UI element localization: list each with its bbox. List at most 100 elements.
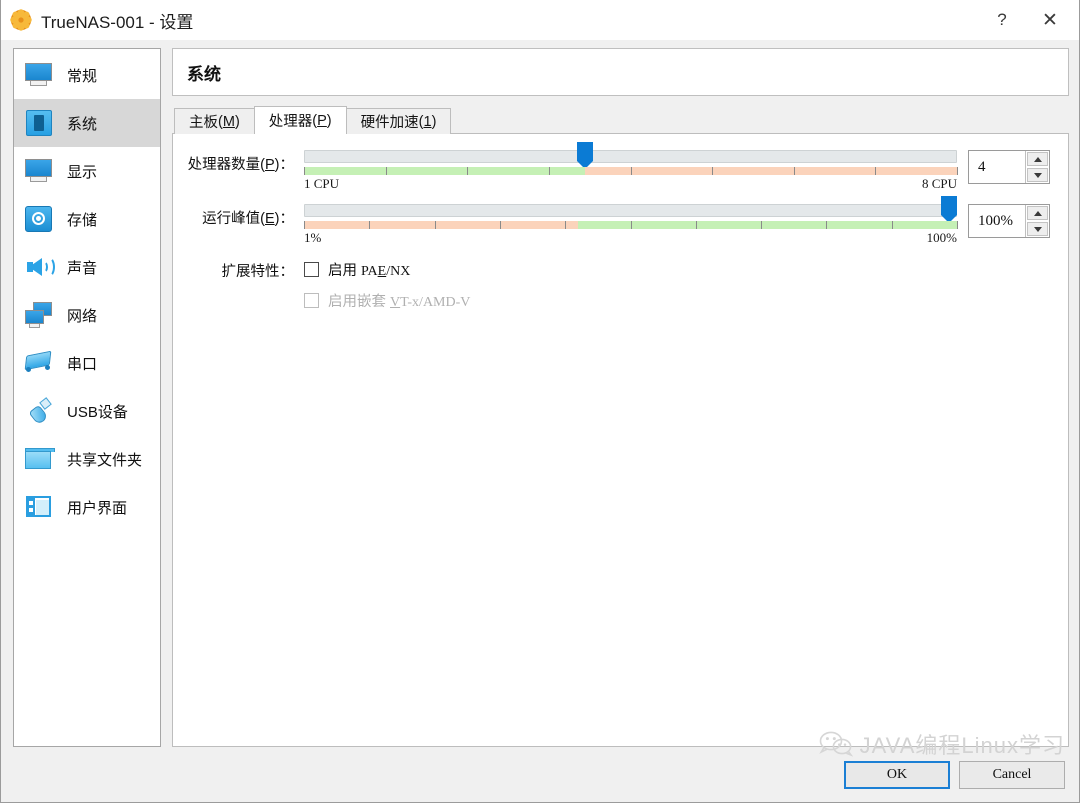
sidebar-item-3[interactable]: 存储 — [14, 195, 160, 243]
slider-tick — [434, 221, 436, 229]
slider-tick — [548, 167, 550, 175]
sidebar-item-8[interactable]: 共享文件夹 — [14, 435, 160, 483]
tab-accelerator: (P) — [312, 112, 332, 129]
harddisk-icon — [23, 204, 55, 234]
slider-tick — [826, 221, 828, 229]
sidebar-item-1[interactable]: 系统 — [14, 99, 160, 147]
execution-cap-spinbox[interactable]: 100% — [968, 204, 1050, 238]
execution-cap-increment-button[interactable] — [1027, 206, 1048, 220]
cancel-button[interactable]: Cancel — [959, 760, 1065, 789]
cpu-count-label: 处理器数量(P)： — [187, 157, 294, 173]
cpu-count-slider-handle[interactable] — [576, 142, 593, 169]
dialog-body: 常规 系统 显示 存储 声音 网络 串口 USB设备 共享文件夹 用户界面 系统 主板 (M) 处理器… — [1, 40, 1079, 802]
execution-cap-min-label: 1% — [304, 230, 322, 245]
slider-tick — [385, 167, 387, 175]
extended-feature-row-1: 启用嵌套 VT-x/AMD-V — [294, 290, 1050, 311]
sidebar-item-2[interactable]: 显示 — [14, 147, 160, 195]
slider-tick — [304, 221, 305, 229]
extended-features-list: 启用 PAE/NX 启用嵌套 VT-x/AMD-V — [294, 257, 1050, 311]
page-title: 系统 — [172, 48, 1069, 96]
slider-tick — [875, 167, 877, 175]
checkbox-label: 启用嵌套 VT-x/AMD-V — [328, 294, 471, 310]
help-button[interactable]: ? — [979, 0, 1025, 40]
cpu-count-slider-groove[interactable] — [304, 142, 957, 163]
tab-1[interactable]: 处理器 (P) — [253, 106, 347, 134]
slider-fill-right — [584, 167, 957, 175]
slider-tick — [793, 167, 795, 175]
slider-tick — [957, 221, 958, 229]
checkbox[interactable] — [304, 262, 319, 277]
cpu-count-slider-ticks — [304, 167, 958, 175]
sidebar-item-5[interactable]: 网络 — [14, 291, 160, 339]
cpu-count-spinbox[interactable]: 4 — [968, 150, 1050, 184]
slider-tick — [565, 221, 567, 229]
extended-features-label: 扩展特性： — [221, 264, 295, 280]
slider-tick — [891, 221, 893, 229]
slider-tick — [630, 167, 632, 175]
chip-icon — [23, 108, 55, 138]
sidebar-item-label: 常规 — [67, 67, 98, 85]
close-button[interactable]: ✕ — [1027, 0, 1073, 40]
extended-feature-row-0[interactable]: 启用 PAE/NX — [294, 259, 1050, 280]
slider-tick — [369, 221, 371, 229]
execution-cap-slider-groove[interactable] — [304, 196, 958, 217]
window-title: TrueNAS-001 - 设置 — [41, 12, 194, 32]
ui-window-icon — [23, 492, 55, 522]
cpu-count-row: 处理器数量(P)： 1 CPU 8 CPU 4 — [181, 142, 1050, 192]
slider-tick — [304, 167, 305, 175]
slider-tick — [630, 221, 632, 229]
execution-cap-slider-handle[interactable] — [941, 196, 958, 223]
tab-2[interactable]: 硬件加速 (1) — [345, 108, 452, 134]
slider-fill-left — [304, 221, 579, 229]
execution-cap-spin-buttons — [1025, 205, 1049, 237]
slider-fill-left — [304, 167, 585, 175]
execution-cap-row: 运行峰值(E)： 1% 100% 100% — [181, 196, 1050, 246]
sidebar-item-6[interactable]: 串口 — [14, 339, 160, 387]
settings-category-list[interactable]: 常规系统显示存储声音网络串口 USB设备共享文件夹用户界面 — [13, 48, 161, 747]
sidebar-item-4[interactable]: 声音 — [14, 243, 160, 291]
cpu-count-slider[interactable]: 1 CPU 8 CPU — [304, 142, 958, 192]
sidebar-item-9[interactable]: 用户界面 — [14, 483, 160, 531]
execution-cap-value[interactable]: 100% — [969, 205, 1025, 237]
slider-fill-right — [578, 221, 957, 229]
folder-icon — [23, 444, 55, 474]
cpu-count-value[interactable]: 4 — [969, 151, 1025, 183]
checkbox — [304, 293, 319, 308]
execution-cap-slider[interactable]: 1% 100% — [304, 196, 958, 246]
execution-cap-decrement-button[interactable] — [1027, 222, 1048, 236]
monitor-icon — [23, 60, 55, 90]
network-icon — [23, 300, 55, 330]
ok-button[interactable]: OK — [844, 760, 950, 789]
execution-cap-scale: 1% 100% — [304, 230, 957, 246]
title-bar: TrueNAS-001 - 设置 ? ✕ — [1, 0, 1079, 40]
tab-bar[interactable]: 主板 (M) 处理器 (P) 硬件加速 (1) — [172, 106, 1069, 134]
tab-accelerator: (1) — [418, 113, 437, 130]
execution-cap-max-label: 100% — [926, 230, 957, 245]
cpu-count-scale: 1 CPU 8 CPU — [304, 176, 957, 192]
cpu-count-increment-button[interactable] — [1027, 152, 1048, 166]
sidebar-item-label: 共享文件夹 — [67, 451, 143, 469]
slider-tick — [499, 221, 501, 229]
cpu-count-max-label: 8 CPU — [921, 176, 957, 191]
tab-0[interactable]: 主板 (M) — [174, 108, 255, 134]
sidebar-item-label: 网络 — [67, 307, 98, 325]
sidebar-item-label: 系统 — [67, 115, 98, 133]
sidebar-item-label: 显示 — [67, 163, 98, 181]
cpu-count-min-label: 1 CPU — [304, 176, 340, 191]
sidebar-item-label: 声音 — [67, 259, 98, 277]
slider-tick — [957, 167, 958, 175]
speaker-icon — [23, 252, 55, 282]
settings-content: 系统 主板 (M) 处理器 (P) 硬件加速 (1) 处理器数量(P)： 1 CPU — [172, 48, 1069, 747]
sidebar-item-label: 串口 — [67, 355, 98, 373]
settings-window: TrueNAS-001 - 设置 ? ✕ 常规 系统 显示 存储 声音 网络 串口 USB设备… — [0, 0, 1080, 803]
monitor-icon — [23, 156, 55, 186]
sidebar-item-7[interactable]: USB设备 — [14, 387, 160, 435]
slider-tick — [712, 167, 714, 175]
checkbox-label: 启用 PAE/NX — [328, 263, 411, 279]
sidebar-item-0[interactable]: 常规 — [14, 51, 160, 99]
vm-settings-gear-icon — [10, 9, 32, 31]
dialog-footer: OK Cancel — [1, 747, 1079, 802]
tab-accelerator: (M) — [218, 113, 240, 130]
cpu-count-decrement-button[interactable] — [1027, 168, 1048, 182]
serial-port-icon — [23, 348, 55, 378]
